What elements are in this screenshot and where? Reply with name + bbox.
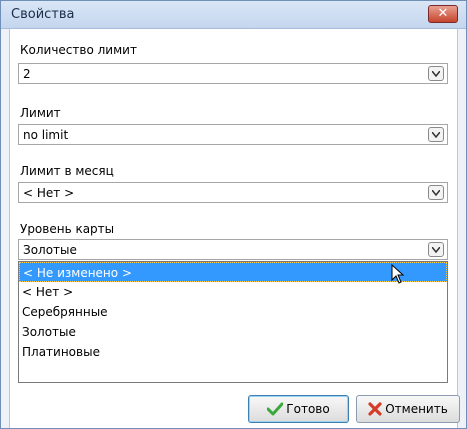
title-bar: Свойства ✕ (1, 1, 466, 29)
close-button[interactable]: ✕ (428, 5, 458, 23)
limit-count-combo[interactable]: 2 (18, 63, 448, 84)
dialog-title: Свойства (11, 7, 75, 22)
card-level-label: Уровень карты (20, 222, 115, 236)
ok-button[interactable]: Готово (248, 395, 349, 423)
card-level-dropdown[interactable]: < Не изменено > < Нет > Серебрянные Золо… (18, 261, 448, 383)
monthly-limit-combo[interactable]: < Нет > (18, 182, 448, 203)
limit-label: Лимит (20, 106, 61, 120)
dropdown-option-none[interactable]: < Нет > (19, 282, 447, 302)
chevron-down-icon[interactable] (428, 242, 444, 257)
limit-combo[interactable]: no limit (18, 124, 448, 145)
card-level-value: Золотые (23, 243, 77, 257)
chevron-down-icon[interactable] (428, 66, 444, 81)
monthly-limit-label: Лимит в месяц (20, 164, 114, 178)
monthly-limit-value: < Нет > (23, 186, 75, 200)
limit-value: no limit (23, 128, 69, 142)
chevron-down-icon[interactable] (428, 127, 444, 142)
dropdown-option-silver[interactable]: Серебрянные (19, 302, 447, 322)
close-icon: ✕ (437, 6, 449, 21)
cancel-button-label: Отменить (385, 402, 448, 416)
card-level-combo[interactable]: Золотые (18, 239, 448, 260)
properties-dialog: Свойства ✕ Количество лимит 2 Лимит no l… (0, 0, 467, 429)
ok-button-label: Готово (286, 402, 330, 416)
dropdown-option-gold[interactable]: Золотые (19, 322, 447, 342)
mouse-pointer-icon (391, 264, 405, 284)
dropdown-option-platinum[interactable]: Платиновые (19, 342, 447, 362)
dropdown-option-not-changed[interactable]: < Не изменено > (19, 262, 447, 282)
dialog-content: Количество лимит 2 Лимит no limit Лимит … (9, 29, 460, 428)
cancel-button[interactable]: Отменить (356, 395, 460, 423)
chevron-down-icon[interactable] (428, 185, 444, 200)
limit-count-label: Количество лимит (20, 43, 137, 57)
checkmark-icon (267, 402, 284, 416)
limit-count-value: 2 (23, 67, 31, 81)
cancel-x-icon (368, 402, 382, 416)
